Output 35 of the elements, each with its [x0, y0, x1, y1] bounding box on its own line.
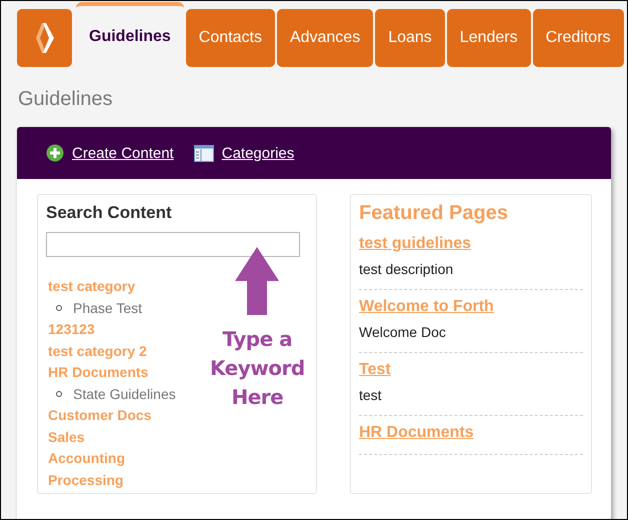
logo-icon[interactable]	[17, 9, 72, 67]
category-link[interactable]: Processing	[48, 470, 124, 491]
page-title: Guidelines	[18, 87, 114, 111]
nav-tab[interactable]: Contacts	[186, 9, 275, 67]
bullet-icon	[56, 305, 62, 312]
featured-link[interactable]: test guidelines	[359, 235, 472, 253]
featured-title: Featured Pages	[359, 201, 509, 226]
annotation-text: Type a Keyword Here	[210, 326, 305, 411]
category-link[interactable]: Customer Docs	[48, 405, 152, 426]
nav-tab[interactable]: Creditors	[532, 9, 624, 67]
category-link[interactable]: 123123	[48, 319, 95, 340]
category-link[interactable]: Accounting	[48, 448, 125, 470]
page-description: test description	[359, 261, 454, 277]
page-description: Welcome Doc	[359, 324, 447, 340]
toolbar-link[interactable]: Create Content	[72, 144, 174, 162]
search-field[interactable]	[46, 232, 300, 257]
toolbar-link[interactable]: Categories	[222, 144, 294, 162]
search-title: Search Content	[46, 203, 173, 223]
nav-tab[interactable]: Advances	[276, 9, 374, 67]
featured-link[interactable]: Welcome to Forth	[359, 298, 494, 316]
bullet-icon	[56, 391, 62, 398]
page-description: test	[359, 387, 383, 403]
table-icon	[194, 144, 214, 162]
category-link[interactable]: Sales	[48, 426, 85, 448]
category-link[interactable]: test category	[48, 276, 136, 298]
up-arrow-icon	[235, 247, 280, 315]
add-icon	[46, 144, 64, 162]
featured-link[interactable]: Test	[359, 361, 391, 379]
subcategory-link[interactable]: State Guidelines	[73, 384, 176, 405]
category-link[interactable]: HR Documents	[48, 362, 148, 384]
featured-link[interactable]: HR Documents	[359, 424, 474, 442]
category-link[interactable]: test category 2	[48, 340, 147, 362]
subcategory-link[interactable]: Phase Test	[73, 298, 142, 319]
nav-tab[interactable]: Lenders	[446, 9, 531, 67]
nav-tab[interactable]: Loans	[375, 9, 445, 67]
